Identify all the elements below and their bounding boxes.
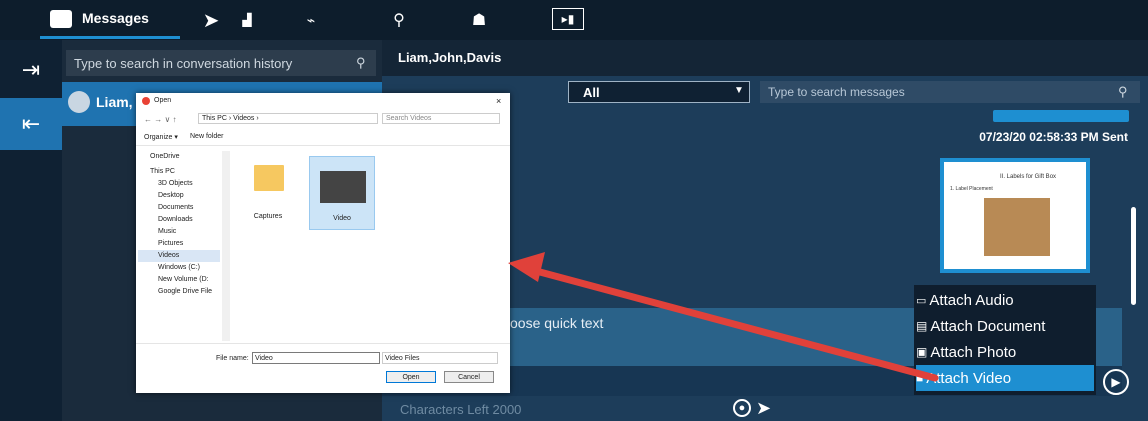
annotation-arrow [508, 252, 939, 382]
